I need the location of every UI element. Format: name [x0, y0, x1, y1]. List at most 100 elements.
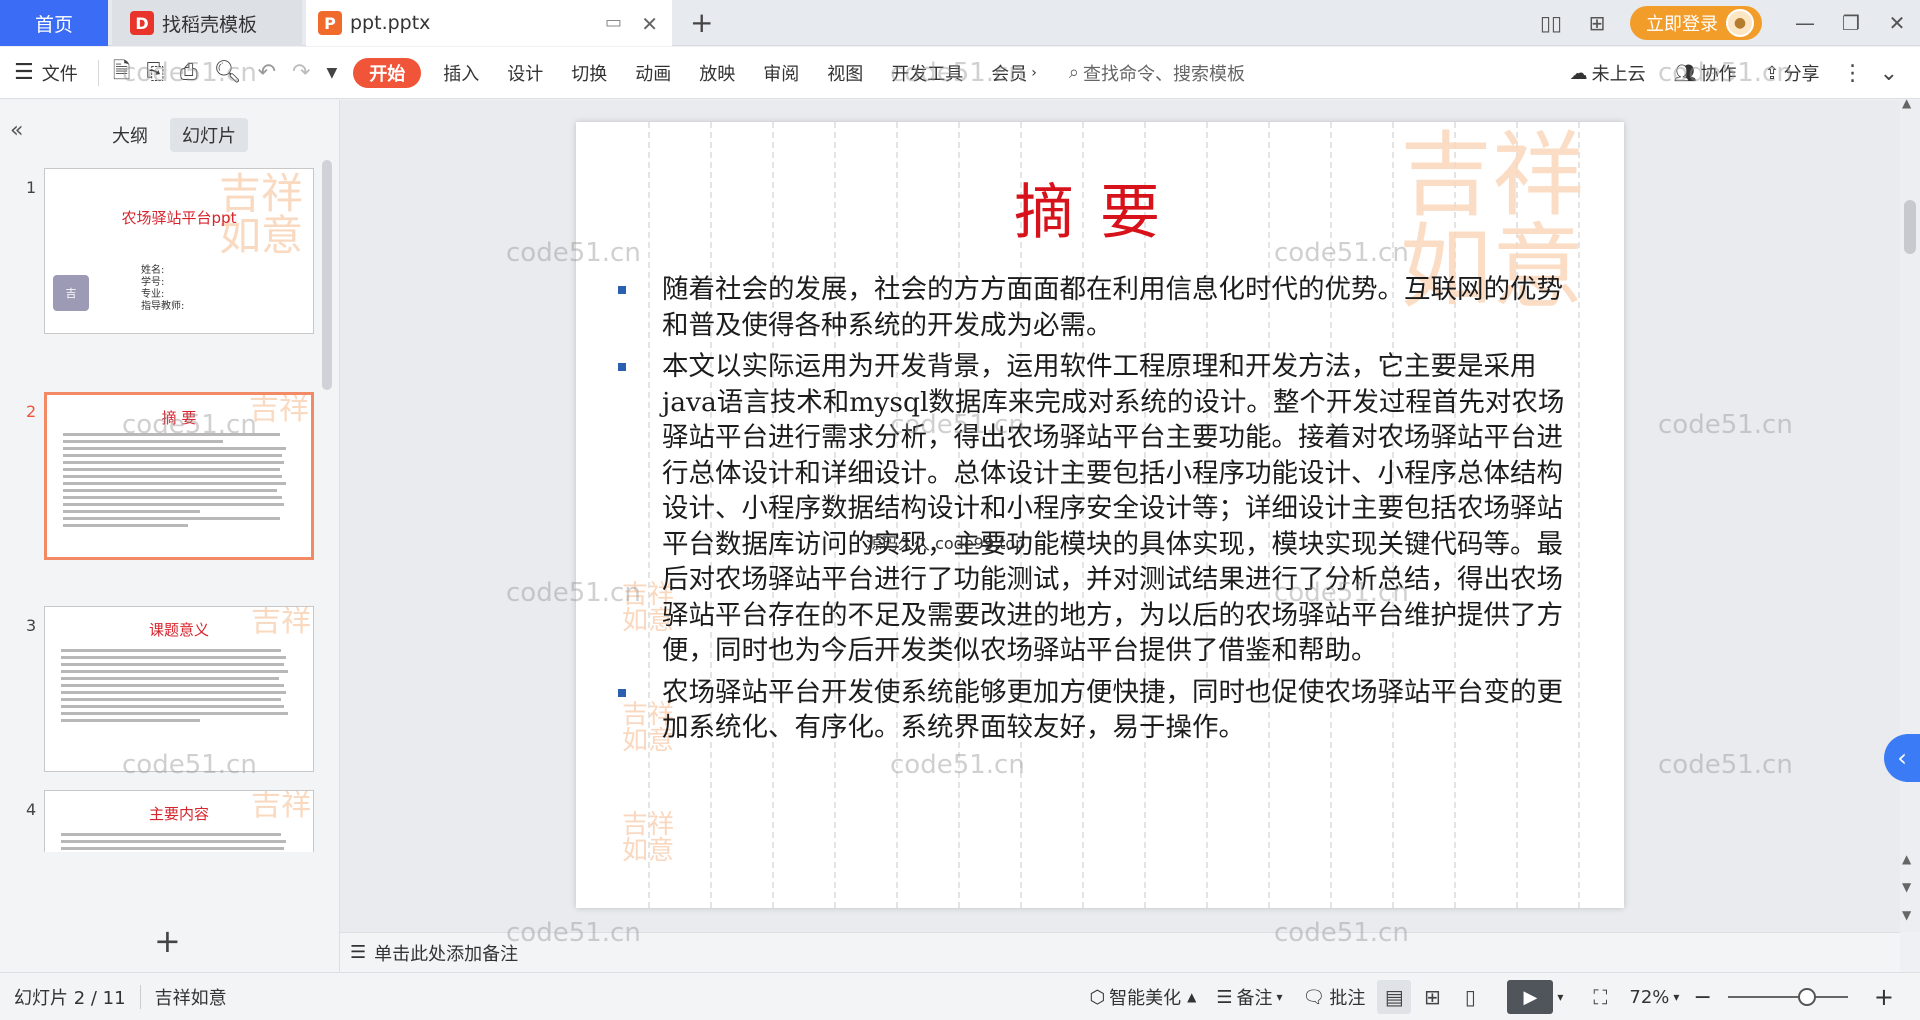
- tab-member-label: 会员: [991, 63, 1028, 85]
- zoom-out-icon[interactable]: −: [1689, 985, 1715, 1010]
- zoom-slider-knob[interactable]: [1797, 988, 1816, 1006]
- thumb-title: 农场驿站平台ppt: [121, 209, 237, 227]
- zoom-level[interactable]: 72% ▾: [1619, 987, 1689, 1008]
- comment-icon: 🗨︎: [1302, 986, 1326, 1008]
- chevron-down-icon[interactable]: ▼: [318, 65, 345, 81]
- restore-icon[interactable]: ❐: [1828, 11, 1874, 35]
- slide-thumb-3[interactable]: 吉祥 课题意义: [44, 606, 314, 772]
- slide-thumb-4[interactable]: 吉祥 主要内容: [44, 790, 314, 852]
- slide-thumb-2[interactable]: 吉祥 摘 要: [44, 392, 314, 560]
- collapse-panel-icon[interactable]: «: [10, 118, 23, 143]
- comments-button[interactable]: 🗨︎ 批注: [1293, 984, 1376, 1010]
- tab-transition-label: 切换: [571, 63, 608, 85]
- panel-tabs: 大纲 幻灯片: [100, 118, 248, 152]
- grid-apps-icon[interactable]: ⊞: [1574, 11, 1620, 35]
- tab-transition[interactable]: 切换: [557, 47, 621, 99]
- play-slideshow-button[interactable]: ▶: [1507, 980, 1554, 1014]
- ppt-file-icon: P: [318, 11, 342, 35]
- share-button[interactable]: ⇪ 分享: [1750, 47, 1833, 99]
- caret-up-icon: ▲: [1187, 990, 1197, 1004]
- scroll-next-icon[interactable]: ▼: [1902, 880, 1911, 894]
- play-options-icon[interactable]: ▾: [1557, 990, 1563, 1004]
- notes-bar[interactable]: ☰ 单击此处添加备注: [340, 932, 1900, 972]
- ribbon: ☰ 文件 🗎 ⎘ ⎙ 🔍︎ ↶ ↷ ▼ 开始 插入 设计 切换 动画 放映 审阅…: [0, 47, 1920, 99]
- collab-button[interactable]: 👥︎ 协作: [1660, 47, 1751, 99]
- status-left: 幻灯片 2 / 11 吉祥如意: [0, 984, 227, 1010]
- tab-outline[interactable]: 大纲: [100, 118, 160, 152]
- tab-insert[interactable]: 插入: [429, 47, 493, 99]
- panel-scrollbar[interactable]: [322, 160, 332, 390]
- tab-slideshow-label: 放映: [699, 63, 736, 85]
- beautify-button[interactable]: ⬡ 智能美化 ▲: [1079, 984, 1206, 1010]
- thumb-title: 摘 要: [161, 409, 197, 427]
- vertical-scrollbar[interactable]: ▲ ▲ ▼ ▼: [1900, 96, 1920, 932]
- slide-panel: « 大纲 幻灯片 1 吉祥如意 农场驿站平台ppt 姓名: 学号: 专业: 指导…: [0, 100, 340, 972]
- monitor-icon[interactable]: ▭: [605, 12, 622, 33]
- new-tab-button[interactable]: +: [690, 6, 713, 39]
- avatar: ●: [1726, 9, 1754, 37]
- collapse-ribbon-icon[interactable]: ⌄: [1872, 61, 1920, 86]
- reading-view-icon[interactable]: ▯: [1453, 980, 1487, 1014]
- add-slide-button[interactable]: +: [154, 922, 181, 960]
- zoom-in-icon[interactable]: +: [1860, 983, 1920, 1011]
- redo-icon[interactable]: ↷: [284, 60, 318, 85]
- tab-animation-label: 动画: [635, 63, 672, 85]
- slide-sorter-icon[interactable]: ⊞: [1415, 980, 1449, 1014]
- tab-template-label: 找稻壳模板: [162, 13, 258, 36]
- cloud-status-button[interactable]: ☁ 未上云: [1556, 47, 1660, 99]
- tab-design[interactable]: 设计: [493, 47, 557, 99]
- tab-home-label: 首页: [34, 13, 73, 36]
- scroll-prev-icon[interactable]: ▲: [1902, 852, 1911, 866]
- tab-slides[interactable]: 幻灯片: [170, 118, 248, 152]
- tab-view-label: 视图: [827, 63, 864, 85]
- thumb-field: 学号:: [141, 277, 165, 288]
- tab-animation[interactable]: 动画: [621, 47, 685, 99]
- print-preview-icon[interactable]: 🔍︎: [206, 60, 250, 85]
- slide[interactable]: 吉祥 如意 吉祥 如意 吉祥 如意 吉祥 如意 摘要 随着社会的发展，社会的方方面面都在…: [576, 122, 1624, 908]
- thumb-title: 课题意义: [148, 621, 209, 639]
- slide-thumb-1[interactable]: 吉祥如意 农场驿站平台ppt 姓名: 学号: 专业: 指导教师: 吉: [44, 168, 314, 334]
- save-icon[interactable]: 🗎: [105, 54, 139, 92]
- comments-label: 批注: [1329, 988, 1366, 1009]
- tab-design-label: 设计: [507, 63, 544, 85]
- thumb-text-lines: [61, 833, 293, 852]
- tab-file[interactable]: P ppt.pptx ▭ ✕: [306, 0, 672, 46]
- tab-home[interactable]: 首页: [0, 0, 108, 46]
- reading-mode-icon[interactable]: ▯▯: [1528, 11, 1574, 35]
- login-button[interactable]: 立即登录 ●: [1630, 6, 1762, 40]
- slide-title[interactable]: 摘要: [576, 164, 1624, 251]
- tab-template[interactable]: D 找稻壳模板: [112, 0, 302, 46]
- slide-body[interactable]: 随着社会的发展，社会的方方面面都在利用信息化时代的优势。互联网的优势和普及使得各…: [618, 272, 1578, 752]
- theme-name[interactable]: 吉祥如意: [155, 984, 227, 1010]
- tab-member[interactable]: 会员 ›: [977, 47, 1051, 99]
- tab-slideshow[interactable]: 放映: [685, 47, 749, 99]
- export-icon[interactable]: ⎘: [138, 60, 172, 85]
- thumb-title: 主要内容: [148, 805, 209, 823]
- collab-icon: 👥︎: [1673, 62, 1697, 84]
- tab-review[interactable]: 审阅: [749, 47, 813, 99]
- search-input[interactable]: 查找命令、搜索模板: [1083, 60, 1245, 86]
- hamburger-icon: ☰: [14, 60, 34, 85]
- normal-view-icon[interactable]: ▤: [1377, 980, 1412, 1014]
- close-tab-icon[interactable]: ✕: [641, 12, 658, 36]
- print-icon[interactable]: ⎙: [172, 60, 206, 85]
- scroll-up-icon[interactable]: ▲: [1902, 96, 1911, 110]
- scroll-down-icon[interactable]: ▼: [1902, 908, 1911, 922]
- zoom-slider[interactable]: [1727, 988, 1848, 1006]
- search-box[interactable]: ⌕ 查找命令、搜索模板: [1069, 60, 1245, 86]
- share-icon: ⇪: [1764, 62, 1780, 84]
- minimize-icon[interactable]: —: [1782, 11, 1828, 35]
- overlay-watermark-text: 源码久久 code99.top: [866, 534, 1026, 553]
- undo-icon[interactable]: ↶: [250, 60, 284, 85]
- close-window-icon[interactable]: ✕: [1874, 11, 1920, 35]
- status-bar: 幻灯片 2 / 11 吉祥如意 ⬡ 智能美化 ▲ ☰ 备注 ▾ 🗨︎ 批注 ▤ …: [0, 972, 1920, 1020]
- fit-window-icon[interactable]: ⛶: [1583, 980, 1617, 1014]
- share-label: 分享: [1783, 64, 1820, 85]
- tab-start[interactable]: 开始: [353, 57, 422, 88]
- tab-developer[interactable]: 开发工具: [877, 47, 977, 99]
- file-menu[interactable]: ☰ 文件: [0, 47, 92, 99]
- notes-toggle-button[interactable]: ☰ 备注 ▾: [1206, 984, 1292, 1010]
- more-icon[interactable]: ⋮: [1834, 61, 1872, 86]
- tab-view[interactable]: 视图: [813, 47, 877, 99]
- scrollbar-thumb[interactable]: [1904, 200, 1916, 254]
